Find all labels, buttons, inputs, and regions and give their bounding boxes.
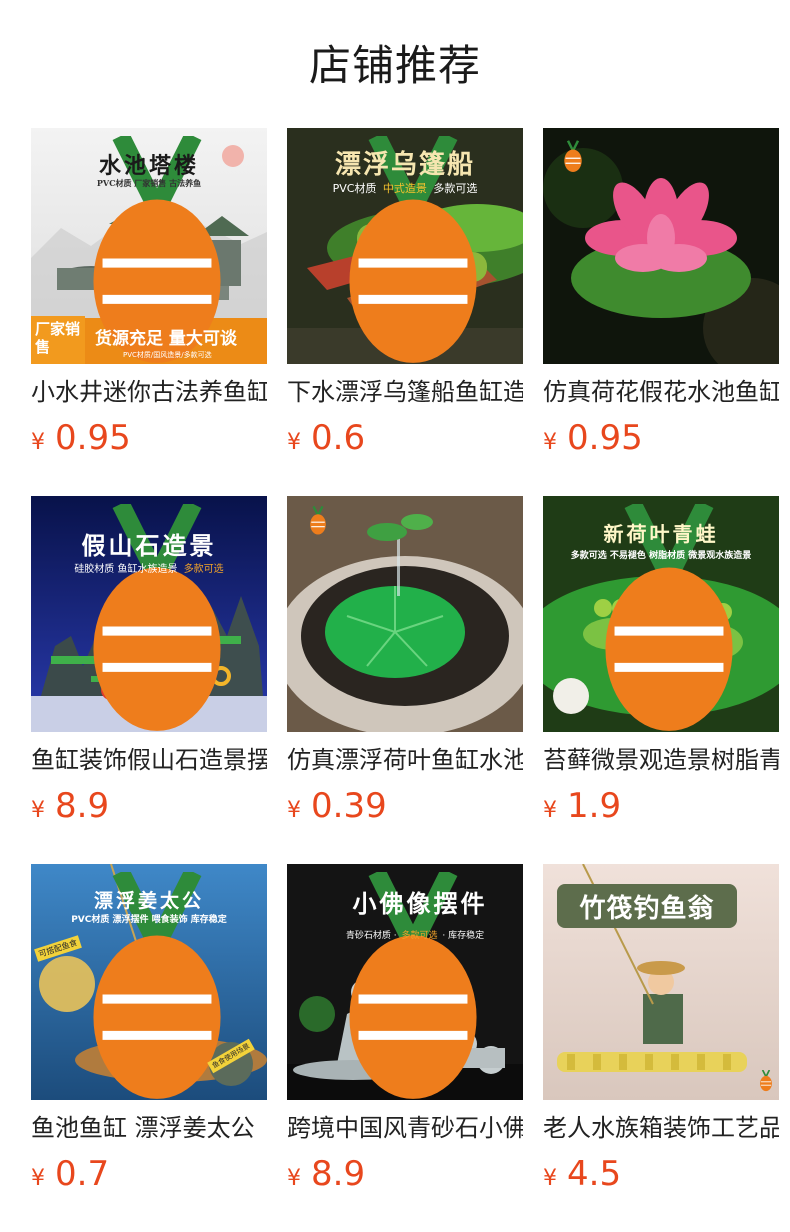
product-name[interactable]: 下水漂浮乌篷船鱼缸造景 (287, 374, 523, 410)
brand-logo-icon (760, 1070, 772, 1092)
image-title: 小佛像摆件 (352, 889, 488, 918)
product-image[interactable]: 漂浮乌篷船 PVC材质 中式造景 多款可选 (287, 128, 523, 364)
image-subtitle-row: 青砂石材质 · 多款可选 · 库存稳定 (307, 928, 523, 941)
product-image[interactable]: 假山石造景 硅胶材质 鱼缸水族造景 多款可选 (31, 496, 267, 732)
image-highlight: 多款可选 (401, 931, 438, 941)
image-title: 漂浮乌篷船 (334, 150, 475, 180)
currency-symbol: ¥ (543, 798, 557, 823)
product-name[interactable]: 鱼缸装饰假山石造景摆件 (31, 742, 267, 778)
currency-symbol: ¥ (31, 430, 45, 455)
price-value: 0.39 (311, 786, 387, 826)
image-subtitle: PVC材质 (332, 182, 377, 195)
product-card[interactable]: 仿真漂浮荷叶鱼缸水池 ¥0.39 (287, 496, 523, 836)
price-value: 0.95 (55, 418, 131, 458)
product-price: ¥8.9 (31, 782, 109, 830)
product-card[interactable]: 假山石造景 硅胶材质 鱼缸水族造景 多款可选 鱼缸装饰假山石造景摆件 ¥8.9 (31, 496, 267, 836)
product-price: ¥0.95 (31, 414, 131, 462)
product-image[interactable]: 新荷叶青蛙 多款可选 不易褪色 树脂材质 微景观水族造景 (543, 496, 779, 732)
image-subtitle: PVC材质 厂家销售 古法养鱼 (96, 178, 202, 188)
price-value: 0.95 (567, 418, 643, 458)
image-banner: 货源充足 量大可谈 (95, 329, 237, 349)
price-value: 4.5 (567, 1154, 622, 1194)
image-subtitle-row: 硅胶材质 鱼缸水族造景 多款可选 (31, 560, 267, 575)
image-highlight: 中式造景 (382, 182, 427, 195)
product-price: ¥4.5 (543, 1150, 621, 1198)
currency-symbol: ¥ (543, 1166, 557, 1191)
price-value: 8.9 (311, 1154, 366, 1194)
product-price: ¥1.9 (543, 782, 621, 830)
product-card[interactable]: 水池塔楼 PVC材质 厂家销售 古法养鱼 厂家销售 货源充足 量大可谈 PVC材… (31, 128, 267, 468)
currency-symbol: ¥ (287, 430, 301, 455)
product-name[interactable]: 跨境中国风青砂石小佛像 (287, 1110, 523, 1146)
product-price: ¥8.9 (287, 1150, 365, 1198)
product-card[interactable]: 小佛像摆件 青砂石材质 · 多款可选 · 库存稳定 跨境中国风青砂石小佛像 ¥8… (287, 864, 523, 1204)
currency-symbol: ¥ (31, 1166, 45, 1191)
product-name[interactable]: 鱼池鱼缸 漂浮姜太公 (31, 1110, 267, 1146)
currency-symbol: ¥ (31, 798, 45, 823)
product-card[interactable]: 漂浮乌篷船 PVC材质 中式造景 多款可选 下水漂浮乌篷船鱼缸造景 ¥0.6 (287, 128, 523, 468)
price-value: 8.9 (55, 786, 110, 826)
product-name[interactable]: 苔藓微景观造景树脂青蛙 (543, 742, 779, 778)
product-name[interactable]: 仿真荷花假花水池鱼缸 (543, 374, 779, 410)
image-subtitle: 硅胶材质 鱼缸水族造景 (74, 564, 178, 575)
product-card[interactable]: 漂浮姜太公 PVC材质 漂浮摆件 喂食装饰 库存稳定 可搭配鱼食 鱼食使用场景 … (31, 864, 267, 1204)
product-price: ¥0.39 (287, 782, 387, 830)
product-name[interactable]: 小水井迷你古法养鱼缸 (31, 374, 267, 410)
product-name[interactable]: 老人水族箱装饰工艺品 (543, 1110, 779, 1146)
image-subtitle-2: 多款可选 (433, 182, 478, 195)
price-value: 1.9 (567, 786, 622, 826)
product-image[interactable] (543, 128, 779, 364)
brand-logo-icon (564, 140, 582, 172)
page-title: 店铺推荐 (308, 41, 481, 90)
product-name[interactable]: 仿真漂浮荷叶鱼缸水池 (287, 742, 523, 778)
product-image[interactable]: 漂浮姜太公 PVC材质 漂浮摆件 喂食装饰 库存稳定 可搭配鱼食 鱼食使用场景 (31, 864, 267, 1100)
currency-symbol: ¥ (287, 1166, 301, 1191)
product-card[interactable]: 竹筏钓鱼翁 老人水族箱装饰工艺品 ¥4.5 (543, 864, 779, 1204)
image-title: 竹筏钓鱼翁 (579, 894, 715, 924)
image-caption: PVC材质/国风造景/多款可选 (123, 351, 212, 359)
image-subtitle: PVC材质 漂浮摆件 喂食装饰 库存稳定 (71, 915, 227, 925)
product-card[interactable]: 仿真荷花假花水池鱼缸 ¥0.95 (543, 128, 779, 468)
image-title: 漂浮姜太公 (93, 890, 204, 912)
image-title: 新荷叶青蛙 (603, 522, 719, 546)
product-image[interactable]: 小佛像摆件 青砂石材质 · 多款可选 · 库存稳定 (287, 864, 523, 1100)
price-value: 0.7 (55, 1154, 110, 1194)
image-highlight: 多款可选 (183, 564, 224, 575)
product-price: ¥0.95 (543, 414, 643, 462)
product-image[interactable] (287, 496, 523, 732)
image-title: 假山石造景 (81, 531, 217, 560)
currency-symbol: ¥ (287, 798, 301, 823)
product-price: ¥0.6 (287, 414, 365, 462)
image-subtitle: 青砂石材质 · (345, 931, 397, 941)
product-image[interactable]: 水池塔楼 PVC材质 厂家销售 古法养鱼 厂家销售 货源充足 量大可谈 PVC材… (31, 128, 267, 364)
product-price: ¥0.7 (31, 1150, 109, 1198)
image-title: 水池塔楼 (98, 153, 199, 179)
image-subtitle-row: PVC材质 中式造景 多款可选 (287, 180, 523, 196)
currency-symbol: ¥ (543, 430, 557, 455)
product-card[interactable]: 新荷叶青蛙 多款可选 不易褪色 树脂材质 微景观水族造景 苔藓微景观造景树脂青蛙… (543, 496, 779, 836)
price-value: 0.6 (311, 418, 366, 458)
image-subtitle: 多款可选 不易褪色 树脂材质 微景观水族造景 (570, 551, 752, 561)
brand-logo-icon (310, 506, 326, 535)
image-tag: 厂家销售 (35, 320, 81, 356)
image-subtitle-2: · 库存稳定 (442, 931, 485, 941)
product-image[interactable]: 竹筏钓鱼翁 (543, 864, 779, 1100)
